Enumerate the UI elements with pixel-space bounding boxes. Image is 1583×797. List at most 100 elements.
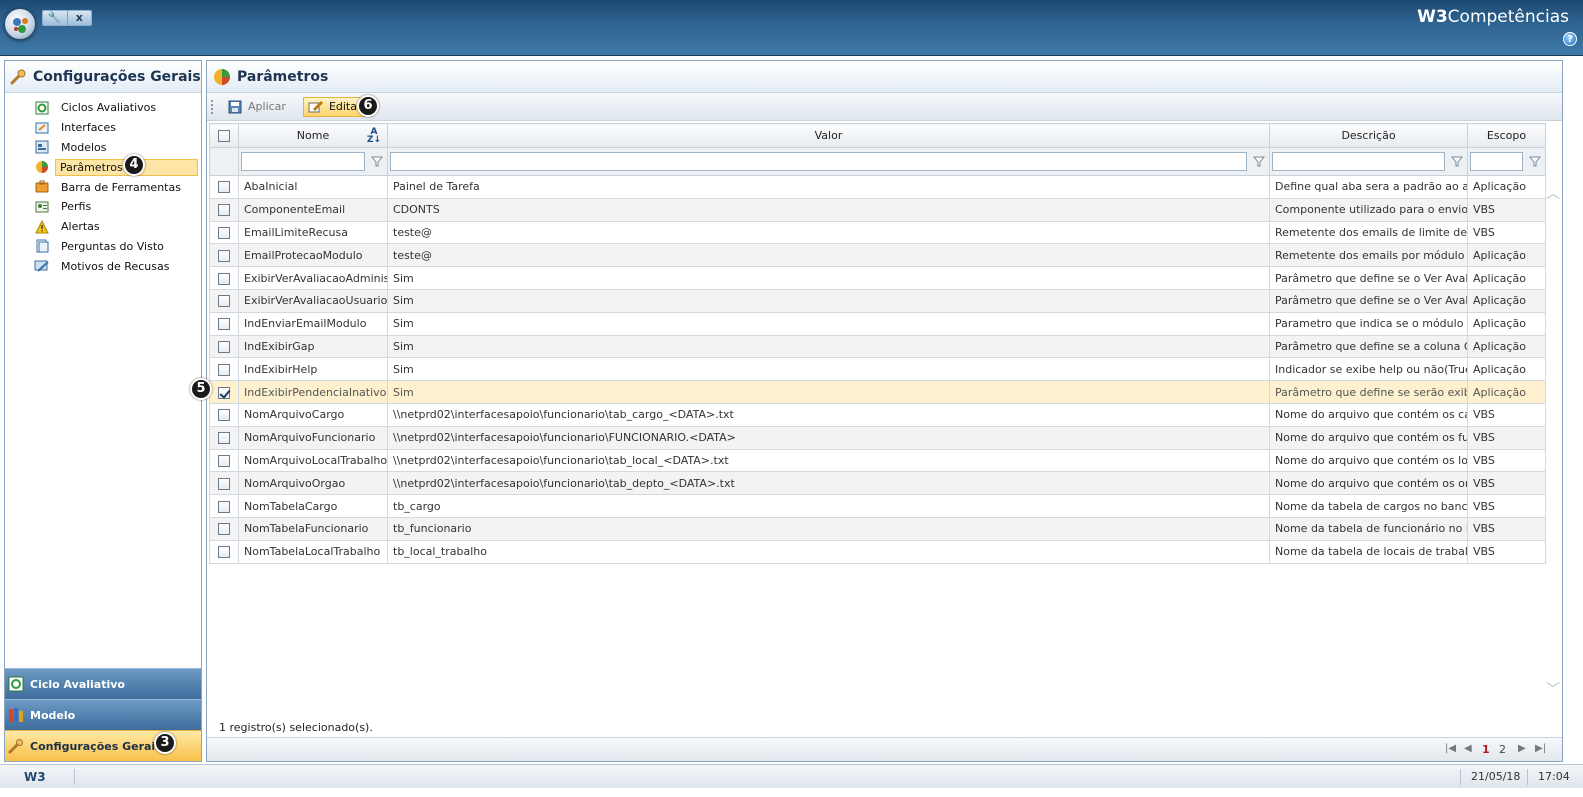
main-panel: Parâmetros Aplicar Editar Nome A Z↓ Valor … <box>206 60 1563 762</box>
cell-name: EmailProtecaoModulo <box>238 243 388 268</box>
row-checkbox[interactable] <box>218 500 230 513</box>
apply-button[interactable]: Aplicar <box>222 97 295 117</box>
top-bar: 🔧 x W3Competências ? <box>0 0 1583 56</box>
cell-value: \\netprd02\interfacesapoio\funcionario\t… <box>387 402 1270 427</box>
row-select-cell <box>209 220 239 245</box>
filter-scope-input[interactable] <box>1470 152 1523 171</box>
vertical-scrollbar[interactable]: ︿ ﹀ <box>1544 181 1560 701</box>
row-checkbox[interactable] <box>218 272 230 285</box>
row-checkbox[interactable] <box>218 432 230 445</box>
table-row[interactable]: IndExibirGap Sim Parâmetro que define se a… <box>209 334 1546 359</box>
table-row[interactable]: AbaInicial Painel de Tarefa Define qual ab… <box>209 175 1546 199</box>
scroll-up-icon[interactable]: ︿ <box>1546 183 1560 203</box>
page-link-1[interactable]: 1 <box>1482 743 1490 756</box>
cell-description: Parâmetro que define se o Ver Avaliação <box>1269 266 1468 290</box>
row-checkbox[interactable] <box>218 340 230 353</box>
table-row[interactable]: NomArquivoOrgao \\netprd02\interfacesapoi… <box>209 471 1546 496</box>
table-row[interactable]: EmailLimiteRecusa teste@ Remetente dos ema… <box>209 220 1546 245</box>
row-checkbox[interactable] <box>218 204 230 217</box>
row-checkbox[interactable] <box>218 386 230 399</box>
first-page-icon[interactable]: |◀ <box>1445 743 1456 754</box>
row-select-cell <box>209 471 239 496</box>
column-header-value[interactable]: Valor <box>387 123 1270 148</box>
tree-item-motivos-de-recusas[interactable]: Motivos de Recusas <box>5 256 201 276</box>
filter-icon[interactable] <box>1253 156 1265 167</box>
column-header-scope[interactable]: Escopo <box>1467 123 1546 148</box>
table-row[interactable]: NomTabelaLocalTrabalho tb_local_trabalho N… <box>209 539 1546 564</box>
cell-description: Nome do arquivo que contém os orgãos <box>1269 471 1468 496</box>
cell-description: Nome da tabela de cargos no banco de d <box>1269 494 1468 518</box>
filter-icon[interactable] <box>371 156 383 167</box>
table-row[interactable]: NomTabelaFuncionario tb_funcionario Nome d… <box>209 516 1546 541</box>
callout-badge-3: 3 <box>154 732 176 754</box>
tree-item-ciclos-avaliativos[interactable]: Ciclos Avaliativos <box>5 98 201 118</box>
cell-scope: VBS <box>1467 197 1546 222</box>
cell-value: tb_cargo <box>387 494 1270 518</box>
row-checkbox[interactable] <box>218 409 230 422</box>
table-row[interactable]: EmailProtecaoModulo teste@ Remetente dos e… <box>209 243 1546 268</box>
row-checkbox[interactable] <box>218 249 230 262</box>
scroll-down-icon[interactable]: ﹀ <box>1546 679 1560 699</box>
row-checkbox[interactable] <box>218 454 230 467</box>
table-row[interactable]: IndEnviarEmailModulo Sim Parametro que ind… <box>209 311 1546 336</box>
next-page-icon[interactable]: ▶ <box>1518 743 1526 754</box>
brand-rest: Competências <box>1447 7 1569 27</box>
table-row[interactable]: ExibirVerAvaliacaoAdministradSimParâmetr… <box>209 266 1546 290</box>
cell-value: teste@ <box>387 243 1270 268</box>
cell-description: Parametro que indica se o módulo podera <box>1269 311 1468 336</box>
tree-item-perguntas-do-visto[interactable]: Perguntas do Visto <box>5 237 201 257</box>
table-row[interactable]: IndExibirPendenciaInativos Sim Parâmetro q… <box>209 380 1546 404</box>
filter-icon[interactable] <box>1529 156 1541 167</box>
status-divider <box>1460 769 1461 785</box>
table-row[interactable]: ComponenteEmail CDONTS Componente utilizad… <box>209 197 1546 222</box>
filter-value-input[interactable] <box>390 152 1247 171</box>
tree-item-alertas[interactable]: Alertas <box>5 217 201 237</box>
column-header-description[interactable]: Descrição <box>1269 123 1468 148</box>
prev-page-icon[interactable]: ◀ <box>1464 743 1472 754</box>
table-row[interactable]: NomArquivoLocalTrabalho \\netprd02\interf… <box>209 448 1546 473</box>
cell-value: \\netprd02\interfacesapoio\funcionario\t… <box>387 448 1270 473</box>
tree-item-modelos[interactable]: Modelos <box>5 138 201 158</box>
row-checkbox[interactable] <box>218 477 230 490</box>
tree-item-parametros[interactable]: Parâmetros <box>5 157 201 177</box>
cell-value: tb_local_trabalho <box>387 539 1270 564</box>
row-select-cell <box>209 516 239 541</box>
row-checkbox[interactable] <box>218 226 230 239</box>
accordion-label: Configurações Gerais <box>30 739 162 753</box>
sort-az-icon[interactable]: A Z↓ <box>367 128 381 145</box>
table-row[interactable]: NomArquivoCargo \\netprd02\interfacesapoi… <box>209 402 1546 427</box>
tree-item-perfis[interactable]: Perfis <box>5 197 201 217</box>
help-icon[interactable]: ? <box>1563 32 1577 46</box>
select-all-checkbox[interactable] <box>218 130 230 142</box>
footer-logo: W3 <box>24 770 46 784</box>
main-panel-header: Parâmetros <box>207 61 1562 93</box>
row-checkbox[interactable] <box>218 523 230 536</box>
column-header-name[interactable]: Nome A Z↓ <box>238 123 388 148</box>
filter-name-input[interactable] <box>241 152 365 171</box>
page-link-2[interactable]: 2 <box>1499 743 1506 756</box>
table-row[interactable]: ExibirVerAvaliacaoUsuario Sim Parâmetro qu… <box>209 288 1546 313</box>
close-icon[interactable]: x <box>66 11 92 25</box>
row-checkbox[interactable] <box>218 295 230 308</box>
app-menu-button[interactable] <box>4 8 36 40</box>
table-row[interactable]: NomArquivoFuncionario \\netprd02\interfac… <box>209 425 1546 450</box>
tree-item-interfaces[interactable]: Interfaces <box>5 118 201 138</box>
table-row[interactable]: NomTabelaCargo tb_cargo Nome da tabela de … <box>209 494 1546 518</box>
row-checkbox[interactable] <box>218 546 230 559</box>
tree-item-barra-de-ferramentas[interactable]: Barra de Ferramentas <box>5 177 201 197</box>
cell-name: NomArquivoOrgao <box>238 471 388 496</box>
row-checkbox[interactable] <box>218 363 230 376</box>
wrench-icon[interactable]: 🔧 <box>43 11 67 25</box>
accordion-modelo[interactable]: Modelo <box>5 699 201 730</box>
row-checkbox[interactable] <box>218 318 230 331</box>
filter-icon[interactable] <box>1451 156 1463 167</box>
cell-name: EmailLimiteRecusa <box>238 220 388 245</box>
filter-description-input[interactable] <box>1272 152 1445 171</box>
edit-icon <box>308 99 324 115</box>
last-page-icon[interactable]: ▶| <box>1535 743 1546 754</box>
cycle-icon <box>7 675 25 693</box>
accordion-ciclo-avaliativo[interactable]: Ciclo Avaliativo <box>5 668 201 699</box>
cell-scope: VBS <box>1467 448 1546 473</box>
table-row[interactable]: IndExibirHelp Sim Indicador se exibe help … <box>209 357 1546 382</box>
row-checkbox[interactable] <box>218 181 230 194</box>
